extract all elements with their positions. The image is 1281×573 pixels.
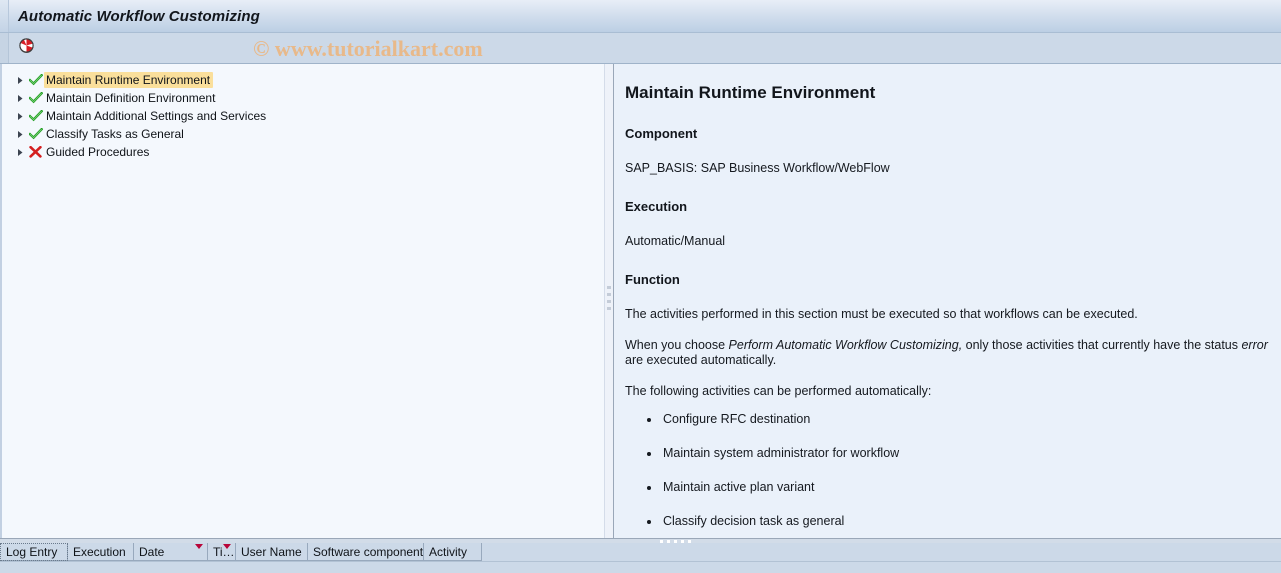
chevron-right-icon[interactable] bbox=[14, 94, 27, 103]
function-paragraph-3: The following activities can be performe… bbox=[625, 384, 932, 398]
tree-item-label: Maintain Runtime Environment bbox=[44, 72, 214, 88]
customizing-activity-tree: Maintain Runtime Environment Maintain De… bbox=[0, 64, 604, 538]
tree-item-label: Classify Tasks as General bbox=[46, 127, 184, 141]
chevron-right-icon[interactable] bbox=[14, 76, 27, 85]
function-paragraph-1: The activities performed in this section… bbox=[625, 307, 1138, 321]
column-header-time[interactable]: Ti… bbox=[208, 543, 236, 561]
splitter-grip bbox=[607, 286, 611, 314]
chevron-right-icon[interactable] bbox=[14, 112, 27, 121]
page-title: Automatic Workflow Customizing bbox=[18, 7, 260, 25]
column-header-date[interactable]: Date bbox=[134, 543, 208, 561]
chevron-right-icon[interactable] bbox=[14, 148, 27, 157]
toolbar-left-edge bbox=[0, 33, 9, 63]
status-ok-checkmark-icon bbox=[27, 74, 44, 86]
tree-item-label: Guided Procedures bbox=[46, 145, 150, 159]
tree-item-label: Maintain Additional Settings and Service… bbox=[46, 109, 267, 123]
window-bottom-edge bbox=[0, 561, 1281, 573]
paragraph-2-emphasis-b: error bbox=[1241, 338, 1268, 352]
column-header-software-component[interactable]: Software component bbox=[308, 543, 424, 561]
window-title-bar: Automatic Workflow Customizing bbox=[0, 0, 1281, 33]
column-header-label: Log Entry bbox=[6, 544, 58, 559]
vertical-splitter[interactable] bbox=[604, 64, 614, 538]
column-header-user-name[interactable]: User Name bbox=[236, 543, 308, 561]
chevron-right-icon[interactable] bbox=[14, 130, 27, 139]
function-paragraph-2: When you choose Perform Automatic Workfl… bbox=[625, 338, 1271, 368]
status-ok-checkmark-icon bbox=[27, 92, 44, 104]
sort-descending-icon bbox=[195, 544, 203, 549]
perform-automatic-workflow-customizing-button[interactable] bbox=[12, 35, 40, 61]
tree-item-classify-tasks-as-general[interactable]: Classify Tasks as General bbox=[2, 125, 604, 143]
application-toolbar bbox=[0, 33, 1281, 64]
tree-item-maintain-definition-environment[interactable]: Maintain Definition Environment bbox=[2, 89, 604, 107]
paragraph-2-text-a: When you choose bbox=[625, 338, 729, 352]
execution-heading: Execution bbox=[625, 199, 688, 214]
component-value: SAP_BASIS: SAP Business Workflow/WebFlow bbox=[625, 161, 890, 175]
tree-item-label: Maintain Definition Environment bbox=[46, 91, 216, 105]
title-bar-left-edge bbox=[0, 0, 9, 32]
tree-item-guided-procedures[interactable]: Guided Procedures bbox=[2, 143, 604, 161]
status-error-cross-icon bbox=[27, 146, 44, 158]
red-white-sphere-icon bbox=[18, 37, 35, 59]
grid-column-header-row: Log Entry Execution Date Ti… User Name S… bbox=[0, 543, 1281, 562]
tree-item-maintain-runtime-environment[interactable]: Maintain Runtime Environment bbox=[2, 71, 604, 89]
execution-value: Automatic/Manual bbox=[625, 234, 726, 248]
column-header-label: User Name bbox=[241, 544, 302, 559]
tree-item-maintain-additional-settings-and-services[interactable]: Maintain Additional Settings and Service… bbox=[2, 107, 604, 125]
list-item: Maintain active plan variant bbox=[647, 480, 1271, 495]
component-heading: Component bbox=[625, 126, 698, 141]
column-header-label: Execution bbox=[73, 544, 126, 559]
column-header-label: Activity bbox=[429, 544, 468, 559]
status-ok-checkmark-icon bbox=[27, 128, 44, 140]
column-header-activity[interactable]: Activity bbox=[424, 543, 482, 561]
paragraph-2-emphasis-a: Perform Automatic Workflow Customizing, bbox=[728, 338, 963, 352]
sort-descending-icon bbox=[223, 544, 231, 549]
column-header-label: Software component bbox=[313, 544, 424, 559]
function-heading: Function bbox=[625, 272, 680, 287]
list-item: Configure RFC destination bbox=[647, 412, 1271, 427]
activity-detail-panel: Maintain Runtime Environment Component S… bbox=[614, 64, 1281, 538]
paragraph-2-text-c: are executed automatically. bbox=[625, 353, 777, 367]
list-item: Classify decision task as general bbox=[647, 514, 1271, 529]
detail-title: Maintain Runtime Environment bbox=[625, 83, 876, 102]
main-split-area: Maintain Runtime Environment Maintain De… bbox=[0, 64, 1281, 538]
column-header-label: Date bbox=[139, 544, 165, 559]
status-ok-checkmark-icon bbox=[27, 110, 44, 122]
column-header-log-entry[interactable]: Log Entry bbox=[0, 543, 68, 561]
list-item: Maintain system administrator for workfl… bbox=[647, 446, 1271, 461]
automatic-activities-list: Configure RFC destination Maintain syste… bbox=[625, 412, 1271, 529]
paragraph-2-text-b: only those activities that currently hav… bbox=[962, 338, 1242, 352]
column-header-execution[interactable]: Execution bbox=[68, 543, 134, 561]
sap-gui-window: Automatic Workflow Customizing © www.tut… bbox=[0, 0, 1281, 573]
